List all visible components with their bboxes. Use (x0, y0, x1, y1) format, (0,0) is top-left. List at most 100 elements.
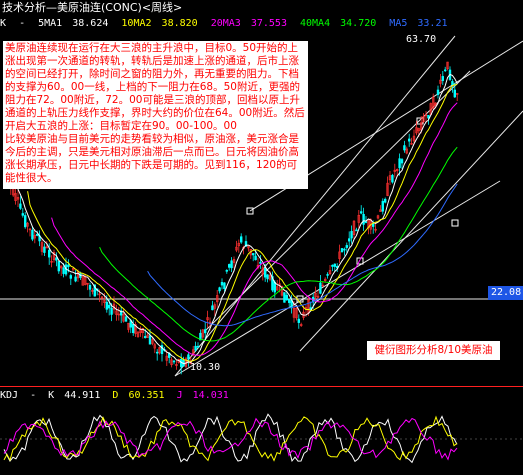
high-price-label: 63.70 (406, 34, 437, 45)
kdj-d-value: 60.351 (128, 390, 165, 401)
candle-body-91 (223, 282, 226, 290)
candle-body-109 (266, 274, 269, 280)
kdj-lines (3, 413, 458, 464)
ma4-value: 34.720 (340, 18, 377, 29)
candle-body-187 (453, 89, 456, 98)
candle-body-8 (23, 215, 27, 228)
ma2-value: 38.820 (161, 18, 198, 29)
candle-body-16 (43, 246, 46, 253)
kdj-j-name: J (176, 390, 183, 401)
kdj-k-readout: K 44.911 (48, 390, 106, 401)
candle-body-136 (331, 264, 334, 267)
candle-body-106 (259, 261, 262, 264)
candle-body-11 (31, 229, 34, 240)
candle-body-165 (400, 159, 404, 164)
kdj-indicator-bar: KDJ - K 44.911 D 60.351 J 14.031 (0, 390, 229, 401)
ma1-name: 5MA1 (38, 18, 63, 29)
current-price-label: 22.08 (488, 286, 523, 300)
candle-body-27 (69, 275, 73, 279)
candle-body-148 (359, 211, 363, 214)
candle-body-86 (211, 305, 214, 311)
candle-body-43 (108, 304, 111, 309)
candle-body-79 (194, 345, 197, 351)
candle-body-29 (74, 276, 77, 282)
kdj-d-readout: D 60.351 (112, 390, 170, 401)
kdj-k-name: K (48, 390, 55, 401)
candle-body-157 (381, 200, 384, 212)
candle-body-76 (187, 354, 190, 360)
low-price-label: 10.30 (190, 362, 221, 373)
candle-body-108 (263, 268, 267, 278)
kdj-line-0 (3, 413, 458, 464)
candle-body-161 (391, 174, 394, 183)
candle-body-166 (403, 145, 406, 151)
candle-body-104 (254, 255, 257, 261)
candle-body-137 (333, 263, 336, 267)
candle-body-180 (436, 89, 440, 95)
candle-body-98 (240, 236, 243, 243)
candle-body-24 (62, 267, 65, 274)
candle-body-153 (371, 223, 375, 227)
trendline-anchor-1 (451, 219, 459, 227)
candle-body-93 (228, 264, 231, 268)
annotation-paragraph-2: 比较美原油与目前美元的走势看较为相似，原油涨，美元涨合是今后的主调，只是美元相对… (5, 133, 299, 184)
candle-body-60 (148, 335, 152, 345)
candle-body-92 (225, 270, 228, 272)
ma1-readout: 5MA1 38.624 (38, 18, 114, 29)
candle-body-44 (110, 307, 113, 315)
candle-body-18 (47, 249, 51, 258)
candle-body-53 (132, 323, 135, 334)
kdj-d-name: D (112, 390, 119, 401)
kdj-k-value: 44.911 (64, 390, 101, 401)
ma1-value: 38.624 (72, 18, 109, 29)
ma3-value: 37.553 (250, 18, 287, 29)
candle-body-134 (326, 274, 329, 276)
ma3-readout: 20MA3 37.553 (211, 18, 293, 29)
panel-divider (0, 386, 523, 387)
candle-body-63 (156, 351, 159, 354)
ma3-name: 20MA3 (210, 18, 241, 29)
kdj-label: KDJ (0, 390, 19, 401)
candle-body-143 (347, 238, 351, 242)
ma2-readout: 10MA2 38.820 (121, 18, 203, 29)
ma4-readout: 40MA4 34.720 (300, 18, 382, 29)
candle-body-80 (196, 345, 200, 348)
ma-label: K (0, 18, 7, 29)
candle-body-182 (441, 76, 444, 81)
ma5-readout: MA5 33.21 (389, 18, 447, 29)
trendline-3 (299, 110, 523, 352)
candle-body-140 (340, 248, 344, 253)
candle-body-122 (297, 318, 300, 323)
candle-body-150 (364, 221, 368, 223)
analysis-annotation: 美原油连续现在运行在大三浪的主升浪中，目标0。50开始的上涨出现第一次通道的转轨… (3, 41, 308, 189)
candle-body-13 (35, 234, 39, 236)
candle-body-26 (67, 264, 70, 268)
candle-body-35 (88, 285, 92, 290)
candle-body-158 (383, 198, 387, 203)
candle-body-146 (355, 229, 358, 232)
candle-body-168 (407, 138, 411, 142)
candle-body-94 (230, 260, 233, 269)
candle-body-70 (172, 360, 176, 363)
candle-body-183 (443, 69, 447, 72)
ma5-value: 33.21 (417, 18, 448, 29)
candle-body-83 (204, 329, 207, 334)
kdj-chart[interactable] (0, 403, 523, 475)
candle-body-164 (398, 158, 401, 169)
annotation-paragraph-1: 美原油连续现在运行在大三浪的主升浪中，目标0。50开始的上涨出现第一次通道的转轨… (5, 42, 305, 132)
candle-body-7 (21, 213, 24, 216)
watermark-label: 健衍图形分析8/10美原油 (367, 341, 500, 360)
candle-body-116 (283, 292, 286, 303)
candle-body-22 (57, 261, 61, 272)
candle-body-176 (427, 114, 430, 119)
candle-body-103 (252, 253, 255, 256)
candle-body-186 (451, 81, 454, 86)
candle-body-142 (345, 245, 348, 248)
kdj-j-readout: J 14.031 (177, 390, 229, 401)
candle-body-50 (124, 316, 128, 322)
candle-body-58 (144, 336, 147, 339)
candle-body-42 (105, 301, 109, 310)
kdj-j-value: 14.031 (192, 390, 229, 401)
candle-body-144 (350, 231, 353, 239)
ma5-name: MA5 (389, 18, 408, 29)
